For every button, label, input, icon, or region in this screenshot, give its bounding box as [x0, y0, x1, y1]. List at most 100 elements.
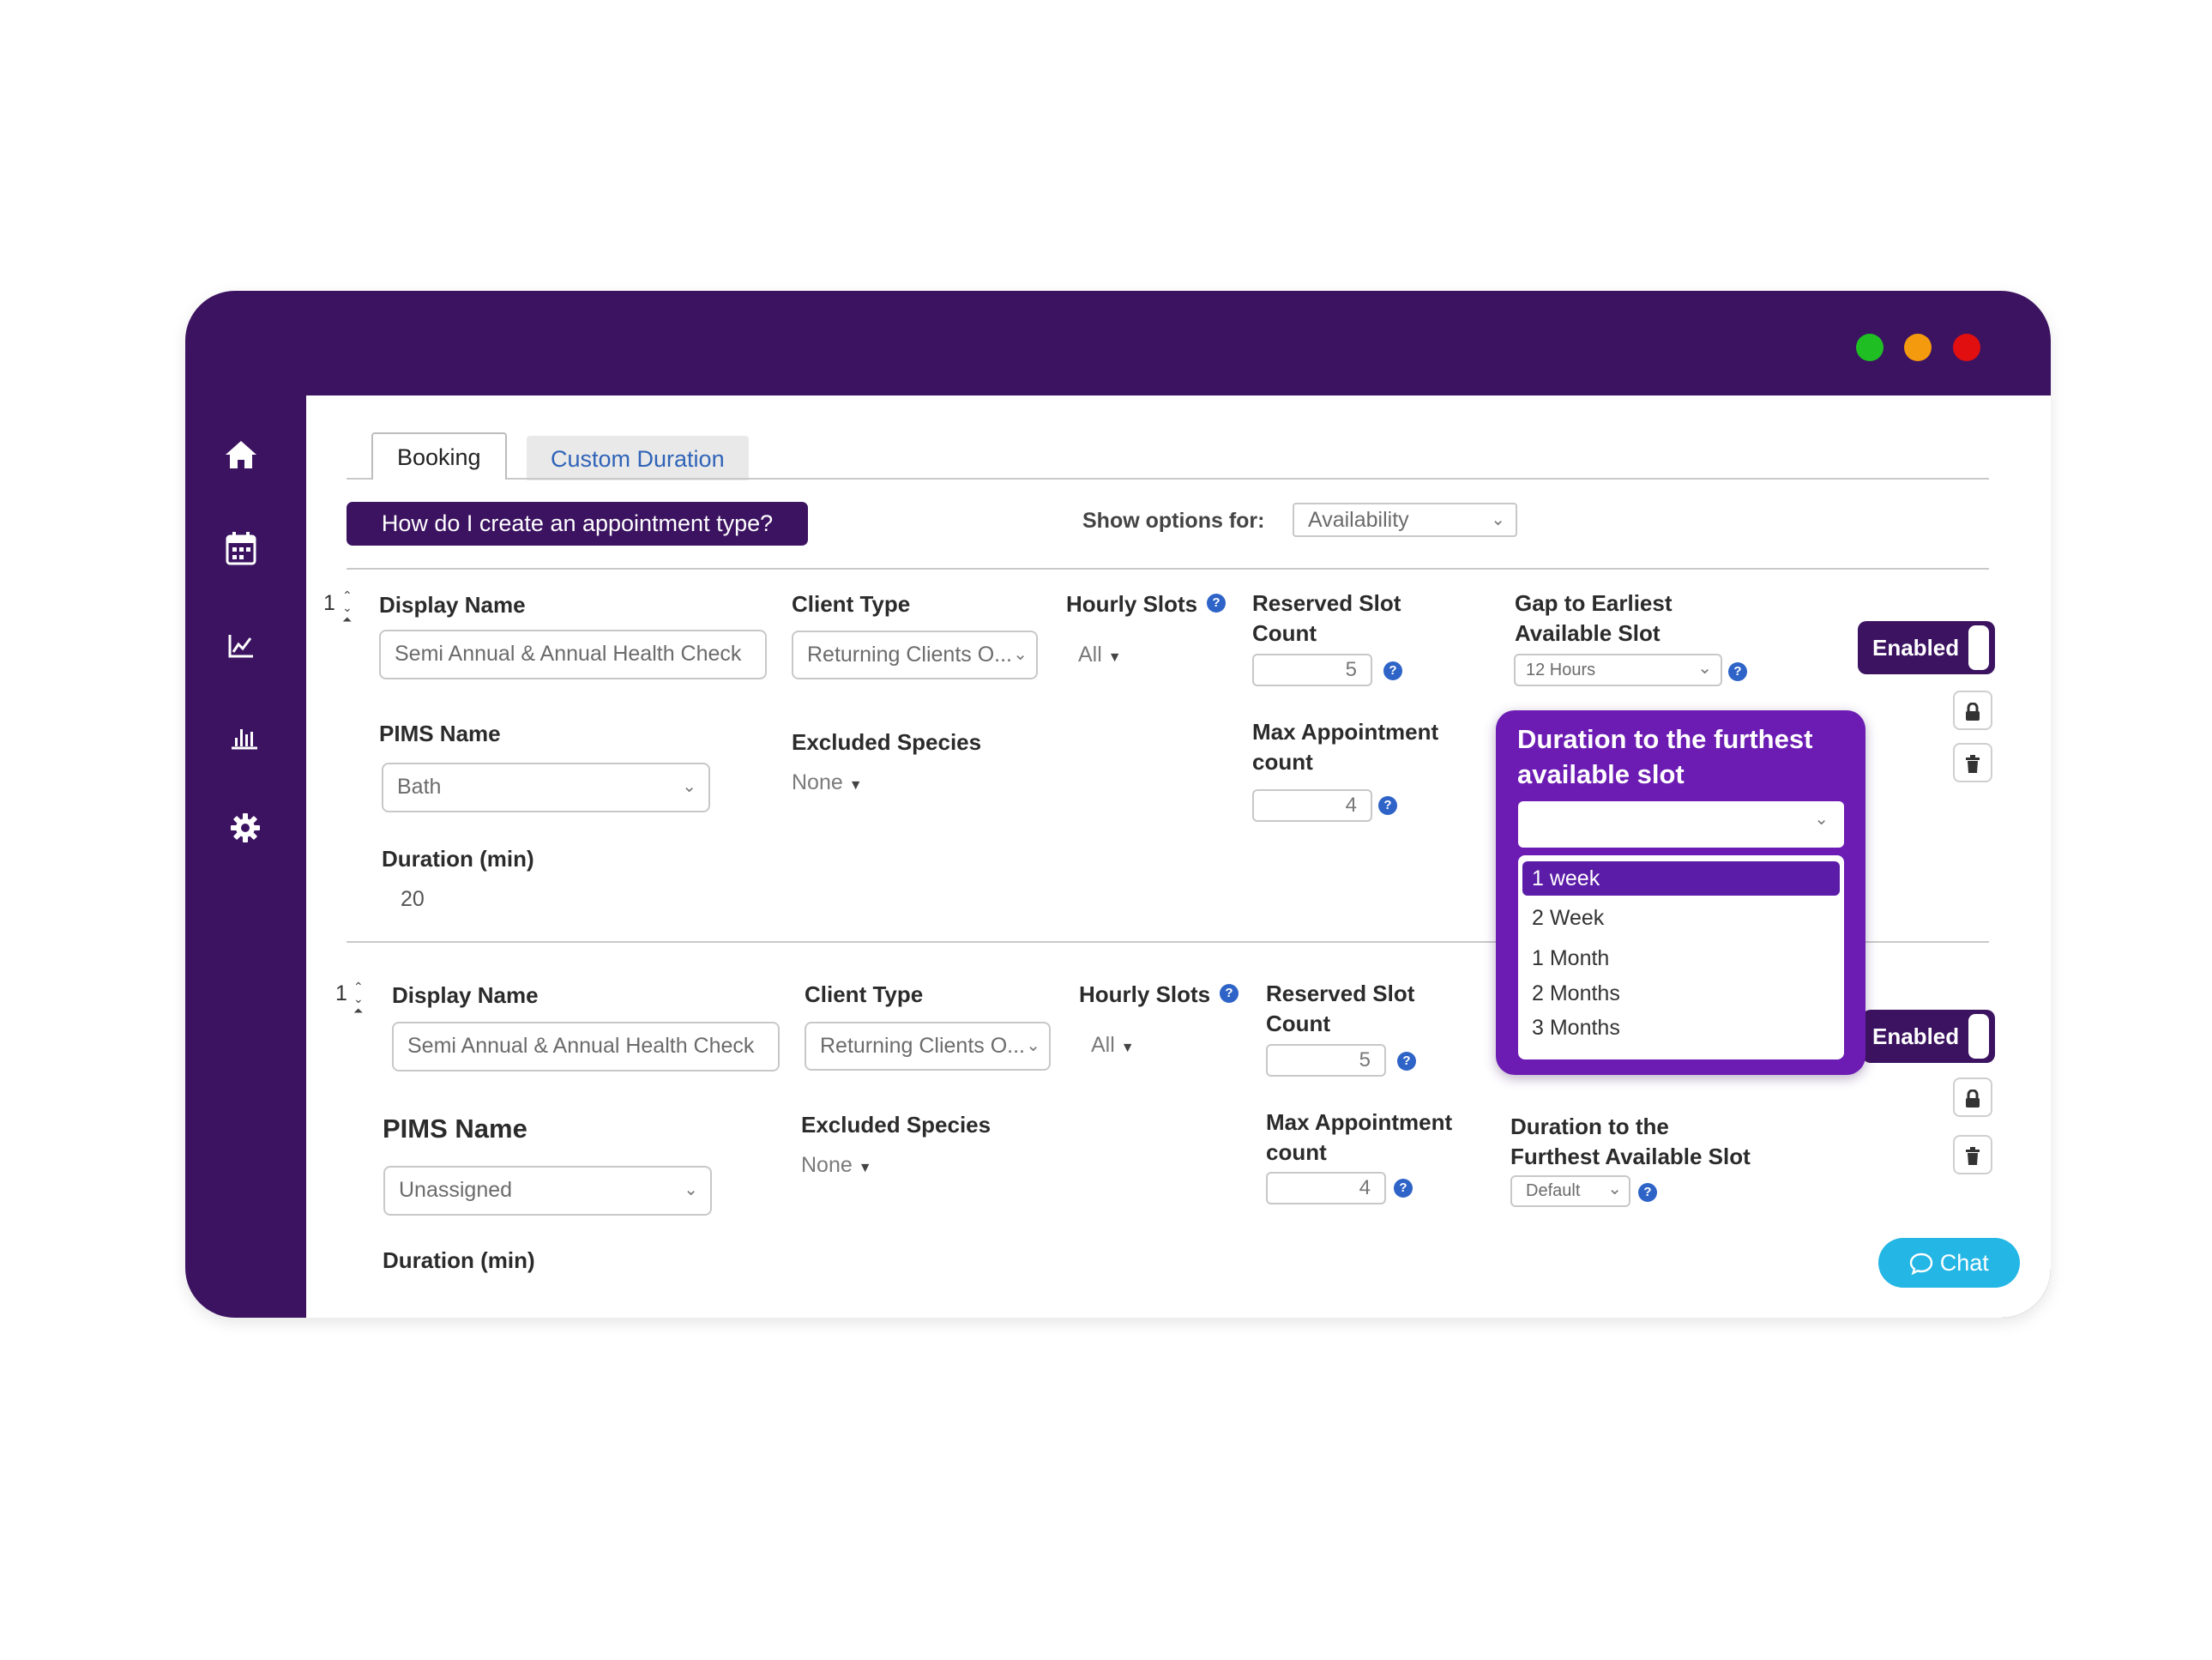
row2-pims-label: PIMS Name	[383, 1114, 527, 1144]
tab-booking[interactable]: Booking	[371, 432, 507, 480]
popup-title: Duration to the furthest available slot	[1517, 721, 1812, 792]
popup-title-line2: available slot	[1517, 759, 1685, 789]
row1-reorder-handle[interactable]: ⌃ ⌄ ⏶	[342, 589, 353, 625]
row2-hourly-slots-label: Hourly Slots	[1079, 981, 1211, 1007]
row1-hourly-slots-select[interactable]: All ▼	[1078, 643, 1122, 667]
row2-client-type-value: Returning Clients O...	[820, 1034, 1025, 1058]
row1-max-appt-label-line1: Max Appointment	[1252, 719, 1439, 745]
row1-gap-value: 12 Hours	[1526, 661, 1596, 679]
row1-gap-label: Gap to Earliest Available Slot	[1515, 589, 1673, 649]
popup-select[interactable]: ⌄	[1518, 801, 1844, 848]
row2-hourly-slots-select[interactable]: All ▼	[1091, 1033, 1135, 1058]
row1-gap-label-line2: Available Slot	[1515, 620, 1661, 646]
chat-button[interactable]: Chat	[1878, 1238, 2020, 1288]
toggle-knob	[1968, 625, 1989, 670]
popup-option[interactable]: 1 Month	[1522, 941, 1840, 975]
chevron-down-icon: ⌄	[1026, 1036, 1040, 1055]
caret-down-icon: ▼	[1120, 1041, 1135, 1055]
show-options-value: Availability	[1308, 508, 1409, 532]
row2-display-name-input[interactable]: Semi Annual & Annual Health Check	[392, 1022, 780, 1071]
row1-gap-label-line1: Gap to Earliest	[1515, 590, 1673, 616]
line-chart-icon[interactable]	[215, 623, 267, 674]
row1-index: 1	[323, 591, 335, 615]
row1-hourly-slots-label: Hourly Slots	[1066, 591, 1198, 617]
show-options-select[interactable]: Availability ⌄	[1293, 503, 1517, 537]
row2-max-appt-label: Max Appointment count	[1266, 1108, 1452, 1168]
help-icon[interactable]: ?	[1394, 1179, 1413, 1198]
furthest-slot-popup: Duration to the furthest available slot ⌄…	[1496, 710, 1865, 1075]
section-divider-top	[347, 568, 1989, 570]
home-icon[interactable]	[215, 435, 267, 486]
row1-client-type-value: Returning Clients O...	[807, 643, 1012, 667]
row2-reserved-slot-label: Reserved Slot Count	[1266, 979, 1414, 1039]
help-icon[interactable]: ?	[1378, 796, 1397, 815]
gear-icon[interactable]	[220, 807, 271, 859]
chat-label: Chat	[1939, 1250, 1989, 1276]
window-dot-red[interactable]	[1953, 334, 1980, 361]
row1-gap-select[interactable]: 12 Hours ⌄	[1514, 654, 1722, 686]
lock-icon[interactable]	[1953, 1077, 1992, 1117]
row2-index: 1	[335, 981, 347, 1005]
row2-pims-value: Unassigned	[399, 1178, 513, 1202]
row1-client-type-select[interactable]: Returning Clients O... ⌄	[792, 631, 1038, 679]
row1-max-appt-label-line2: count	[1252, 749, 1313, 775]
row1-pims-value: Bath	[397, 775, 442, 799]
row2-hourly-slots-value: All	[1091, 1033, 1115, 1057]
trash-icon[interactable]	[1953, 743, 1992, 782]
row2-enabled-label: Enabled	[1872, 1023, 1960, 1049]
popup-option[interactable]: 1 week	[1522, 861, 1840, 896]
how-to-create-button[interactable]: How do I create an appointment type?	[347, 502, 808, 546]
chevron-down-icon: ⌄	[684, 1180, 698, 1199]
row1-pims-select[interactable]: Bath ⌄	[382, 763, 710, 812]
tab-custom-duration[interactable]: Custom Duration	[527, 436, 749, 480]
popup-option[interactable]: 2 Months	[1522, 976, 1840, 1011]
row2-pims-select[interactable]: Unassigned ⌄	[383, 1166, 712, 1216]
help-icon[interactable]: ?	[1220, 984, 1239, 1003]
row1-display-name-input[interactable]: Semi Annual & Annual Health Check	[379, 630, 767, 679]
window-dot-green[interactable]	[1856, 334, 1884, 361]
row2-reorder-handle[interactable]: ⌃ ⌄ ⏶	[353, 981, 364, 1017]
row2-excluded-species-select[interactable]: None ▼	[801, 1153, 872, 1178]
row1-reserved-slot-label-line1: Reserved Slot	[1252, 590, 1401, 616]
window-dot-orange[interactable]	[1904, 334, 1932, 361]
app-window: Booking Custom Duration How do I create …	[185, 291, 2051, 1318]
row2-reserved-slot-input[interactable]: 5	[1266, 1044, 1386, 1077]
popup-option[interactable]: 3 Months	[1522, 1011, 1840, 1045]
help-icon[interactable]: ?	[1728, 662, 1747, 681]
help-icon[interactable]: ?	[1207, 594, 1226, 613]
chat-bubble-icon	[1909, 1250, 1933, 1276]
show-options-label: Show options for:	[1082, 509, 1265, 533]
row1-enabled-toggle[interactable]: Enabled	[1858, 621, 1995, 674]
trash-icon[interactable]	[1953, 1135, 1992, 1174]
help-icon[interactable]: ?	[1397, 1052, 1416, 1071]
row2-max-appt-label-line1: Max Appointment	[1266, 1109, 1453, 1135]
row1-reserved-slot-input[interactable]: 5	[1252, 654, 1372, 686]
row1-excluded-species-label: Excluded Species	[792, 729, 982, 755]
row2-excluded-species-label: Excluded Species	[801, 1112, 991, 1138]
bar-chart-icon[interactable]	[219, 714, 270, 765]
row1-duration-label: Duration (min)	[382, 846, 534, 872]
help-icon[interactable]: ?	[1638, 1183, 1657, 1202]
row1-max-appt-input[interactable]: 4	[1252, 789, 1372, 822]
row2-furthest-label: Duration to the Furthest Available Slot	[1510, 1112, 1751, 1172]
row2-max-appt-input[interactable]: 4	[1266, 1172, 1386, 1204]
row1-duration-value: 20	[401, 887, 425, 911]
row1-excluded-species-select[interactable]: None ▼	[792, 770, 863, 795]
caret-down-icon: ▼	[848, 778, 863, 793]
row2-furthest-select[interactable]: Default ⌄	[1510, 1175, 1630, 1207]
row2-reserved-slot-label-line2: Count	[1266, 1011, 1331, 1036]
row1-max-appt-label: Max Appointment count	[1252, 717, 1438, 777]
row2-max-appt-label-line2: count	[1266, 1139, 1327, 1165]
help-icon[interactable]: ?	[1383, 661, 1402, 680]
row2-reserved-slot-label-line1: Reserved Slot	[1266, 981, 1415, 1006]
calendar-icon[interactable]	[215, 529, 267, 581]
chevron-down-icon: ⌄	[1491, 510, 1505, 529]
row2-client-type-select[interactable]: Returning Clients O... ⌄	[805, 1022, 1051, 1071]
caret-down-icon: ▼	[1107, 650, 1122, 665]
lock-icon[interactable]	[1953, 691, 1992, 730]
row2-enabled-toggle[interactable]: Enabled	[1862, 1010, 1995, 1063]
chevron-down-icon: ⌄	[1697, 659, 1712, 678]
popup-option[interactable]: 2 Week	[1522, 901, 1840, 935]
caret-down-icon: ▼	[858, 1161, 872, 1175]
popup-options-list: 1 week 2 Week 1 Month 2 Months 3 Months	[1518, 855, 1844, 1059]
